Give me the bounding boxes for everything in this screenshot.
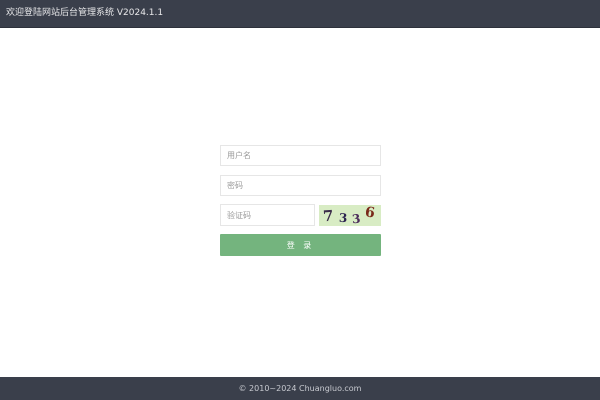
app-title: 欢迎登陆网站后台管理系统 V2024.1.1 xyxy=(6,8,164,18)
captcha-image[interactable]: 7 3 3 6 xyxy=(319,205,381,226)
footer: © 2010~2024 Chuangluo.com xyxy=(0,377,600,400)
username-input[interactable] xyxy=(220,145,381,166)
captcha-char: 6 xyxy=(363,205,376,222)
copyright-text: © 2010~2024 Chuangluo.com xyxy=(238,384,362,393)
login-page: 欢迎登陆网站后台管理系统 V2024.1.1 7 3 3 6 登 录 © 201… xyxy=(0,0,600,400)
captcha-row: 7 3 3 6 xyxy=(220,204,381,226)
top-bar: 欢迎登陆网站后台管理系统 V2024.1.1 xyxy=(0,0,600,28)
login-button[interactable]: 登 录 xyxy=(220,234,381,256)
captcha-input[interactable] xyxy=(220,204,315,226)
captcha-char: 3 xyxy=(351,211,362,226)
captcha-char: 3 xyxy=(338,210,348,226)
password-input[interactable] xyxy=(220,175,381,196)
captcha-char: 7 xyxy=(322,206,335,226)
